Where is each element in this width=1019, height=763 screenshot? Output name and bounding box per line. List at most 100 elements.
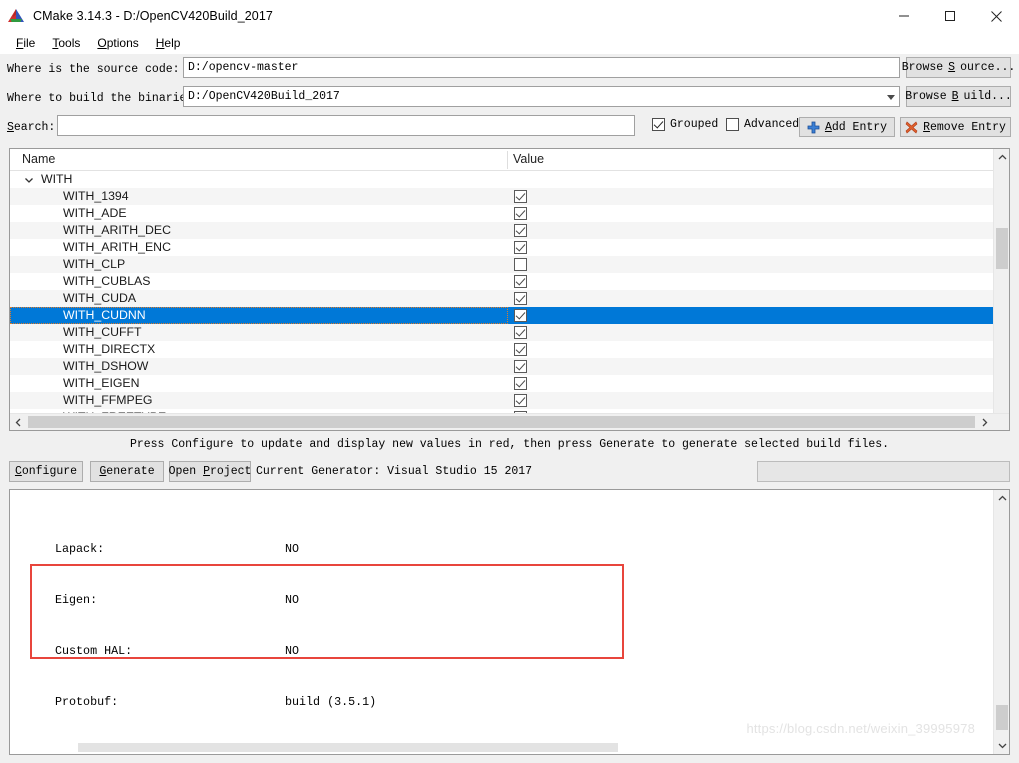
table-row[interactable]: WITH_FFMPEG (10, 392, 995, 409)
grouped-label: Grouped (670, 118, 718, 131)
variable-name: WITH_ADE (63, 206, 127, 220)
table-row[interactable]: WITH_DSHOW (10, 358, 995, 375)
remove-entry-label: emove Entry (930, 121, 1006, 134)
list-horizontal-scrollbar[interactable] (10, 413, 1009, 430)
table-row-selected[interactable]: WITH_CUDNN (10, 307, 995, 324)
log-scroll-down-icon[interactable] (994, 737, 1010, 754)
minimize-button[interactable] (881, 0, 927, 32)
advanced-checkbox[interactable]: Advanced (726, 118, 799, 131)
menu-file[interactable]: File (8, 34, 44, 52)
variable-value-checkbox[interactable] (514, 309, 527, 322)
variable-name: WITH_DIRECTX (63, 342, 155, 356)
variable-name: WITH_CUDA (63, 291, 136, 305)
paths-form: Where is the source code: D:/opencv-mast… (0, 54, 1019, 142)
add-entry-button[interactable]: Add Entry (799, 117, 895, 137)
search-input[interactable] (57, 115, 635, 136)
menu-tools[interactable]: Tools (44, 34, 89, 52)
table-row[interactable]: WITH_CUBLAS (10, 273, 995, 290)
configure-accel: C (15, 465, 22, 478)
variable-value-checkbox[interactable] (514, 258, 527, 271)
window-title: CMake 3.14.3 - D:/OpenCV420Build_2017 (33, 9, 273, 23)
browse-build-accel: B (952, 90, 959, 103)
configure-button[interactable]: Configure (9, 461, 83, 482)
table-row[interactable]: WITH_CUFFT (10, 324, 995, 341)
log-key: Custom HAL: (55, 643, 132, 660)
source-code-input[interactable]: D:/opencv-master (183, 57, 900, 78)
remove-entry-button[interactable]: Remove Entry (900, 117, 1011, 137)
advanced-checkbox-box (726, 118, 739, 131)
variable-value-checkbox[interactable] (514, 292, 527, 305)
grouped-checkbox[interactable]: Grouped (652, 118, 718, 131)
variable-value-checkbox[interactable] (514, 224, 527, 237)
browse-source-button[interactable]: Browse Source... (906, 57, 1011, 78)
close-button[interactable] (973, 0, 1019, 32)
list-group-row-with[interactable]: WITH (10, 171, 995, 188)
build-binaries-value: D:/OpenCV420Build_2017 (188, 90, 340, 103)
maximize-button[interactable] (927, 0, 973, 32)
table-row[interactable]: WITH_ADE (10, 205, 995, 222)
table-row[interactable]: WITH_CLP (10, 256, 995, 273)
variable-value-checkbox[interactable] (514, 207, 527, 220)
grouped-checkbox-box (652, 118, 665, 131)
browse-build-pre: Browse (905, 90, 946, 103)
chevron-down-icon[interactable] (24, 175, 34, 185)
variable-name: WITH_ARITH_DEC (63, 223, 171, 237)
cmake-logo-icon (7, 8, 25, 24)
log-line: Custom HAL:NO (10, 643, 994, 660)
column-header-value[interactable]: Value (513, 152, 544, 166)
variable-value-checkbox[interactable] (514, 190, 527, 203)
list-hscrollbar-thumb[interactable] (28, 416, 975, 428)
log-vertical-scrollbar[interactable] (993, 490, 1009, 754)
title-bar: CMake 3.14.3 - D:/OpenCV420Build_2017 (0, 0, 1019, 32)
scroll-left-icon[interactable] (10, 414, 27, 430)
advanced-label: Advanced (744, 118, 799, 131)
table-row[interactable]: WITH_1394 (10, 188, 995, 205)
log-scrollbar-thumb[interactable] (996, 705, 1008, 730)
browse-build-post: uild... (964, 90, 1012, 103)
variable-value-checkbox[interactable] (514, 275, 527, 288)
list-vertical-scrollbar[interactable] (993, 149, 1009, 430)
variable-name: WITH_1394 (63, 189, 129, 203)
table-row[interactable]: WITH_ARITH_ENC (10, 239, 995, 256)
variable-value-checkbox[interactable] (514, 241, 527, 254)
variable-name: WITH_CUBLAS (63, 274, 150, 288)
variable-value-checkbox[interactable] (514, 343, 527, 356)
table-row[interactable]: WITH_EIGEN (10, 375, 995, 392)
column-header-name[interactable]: Name (22, 152, 55, 166)
variable-name: WITH_DSHOW (63, 359, 148, 373)
log-scroll-up-icon[interactable] (994, 490, 1010, 507)
table-row[interactable]: WITH_ARITH_DEC (10, 222, 995, 239)
scroll-up-icon[interactable] (994, 149, 1010, 166)
scroll-right-icon[interactable] (976, 414, 993, 430)
open-project-button[interactable]: Open Project (169, 461, 251, 482)
browse-build-button[interactable]: Browse Build... (906, 86, 1011, 107)
table-row[interactable]: WITH_CUDA (10, 290, 995, 307)
table-row[interactable]: WITH_DIRECTX (10, 341, 995, 358)
variable-value-checkbox[interactable] (514, 326, 527, 339)
build-binaries-combo[interactable]: D:/OpenCV420Build_2017 (183, 86, 900, 107)
variable-value-checkbox[interactable] (514, 394, 527, 407)
menu-help[interactable]: Help (148, 34, 190, 52)
progress-bar (757, 461, 1010, 482)
add-entry-accel: A (825, 121, 832, 134)
list-scrollbar-thumb[interactable] (996, 228, 1008, 269)
browse-source-post: ource... (960, 61, 1015, 74)
log-hscrollbar-thumb[interactable] (78, 743, 618, 752)
configure-label: onfigure (22, 465, 77, 478)
watermark-text: https://blog.csdn.net/weixin_39995978 (746, 721, 975, 736)
cache-variables-list[interactable]: Name Value WITH WITH_1394 WITH_ADE WITH (9, 148, 1010, 431)
chevron-down-icon (887, 95, 895, 100)
menu-options[interactable]: Options (89, 34, 147, 52)
generate-button[interactable]: Generate (90, 461, 164, 482)
output-log-panel[interactable]: Lapack:NO Eigen:NO Custom HAL:NO Protobu… (9, 489, 1010, 755)
variable-value-checkbox[interactable] (514, 360, 527, 373)
add-entry-label: dd Entry (832, 121, 887, 134)
log-horizontal-scrollbar[interactable] (10, 740, 993, 754)
variable-value-checkbox[interactable] (514, 377, 527, 390)
variable-name: WITH_CUFFT (63, 325, 142, 339)
variable-name: WITH_FFMPEG (63, 393, 153, 407)
column-divider[interactable] (507, 151, 508, 169)
variable-name: WITH_CLP (63, 257, 125, 271)
log-line: Lapack:NO (10, 541, 994, 558)
log-line: Eigen:NO (10, 592, 994, 609)
